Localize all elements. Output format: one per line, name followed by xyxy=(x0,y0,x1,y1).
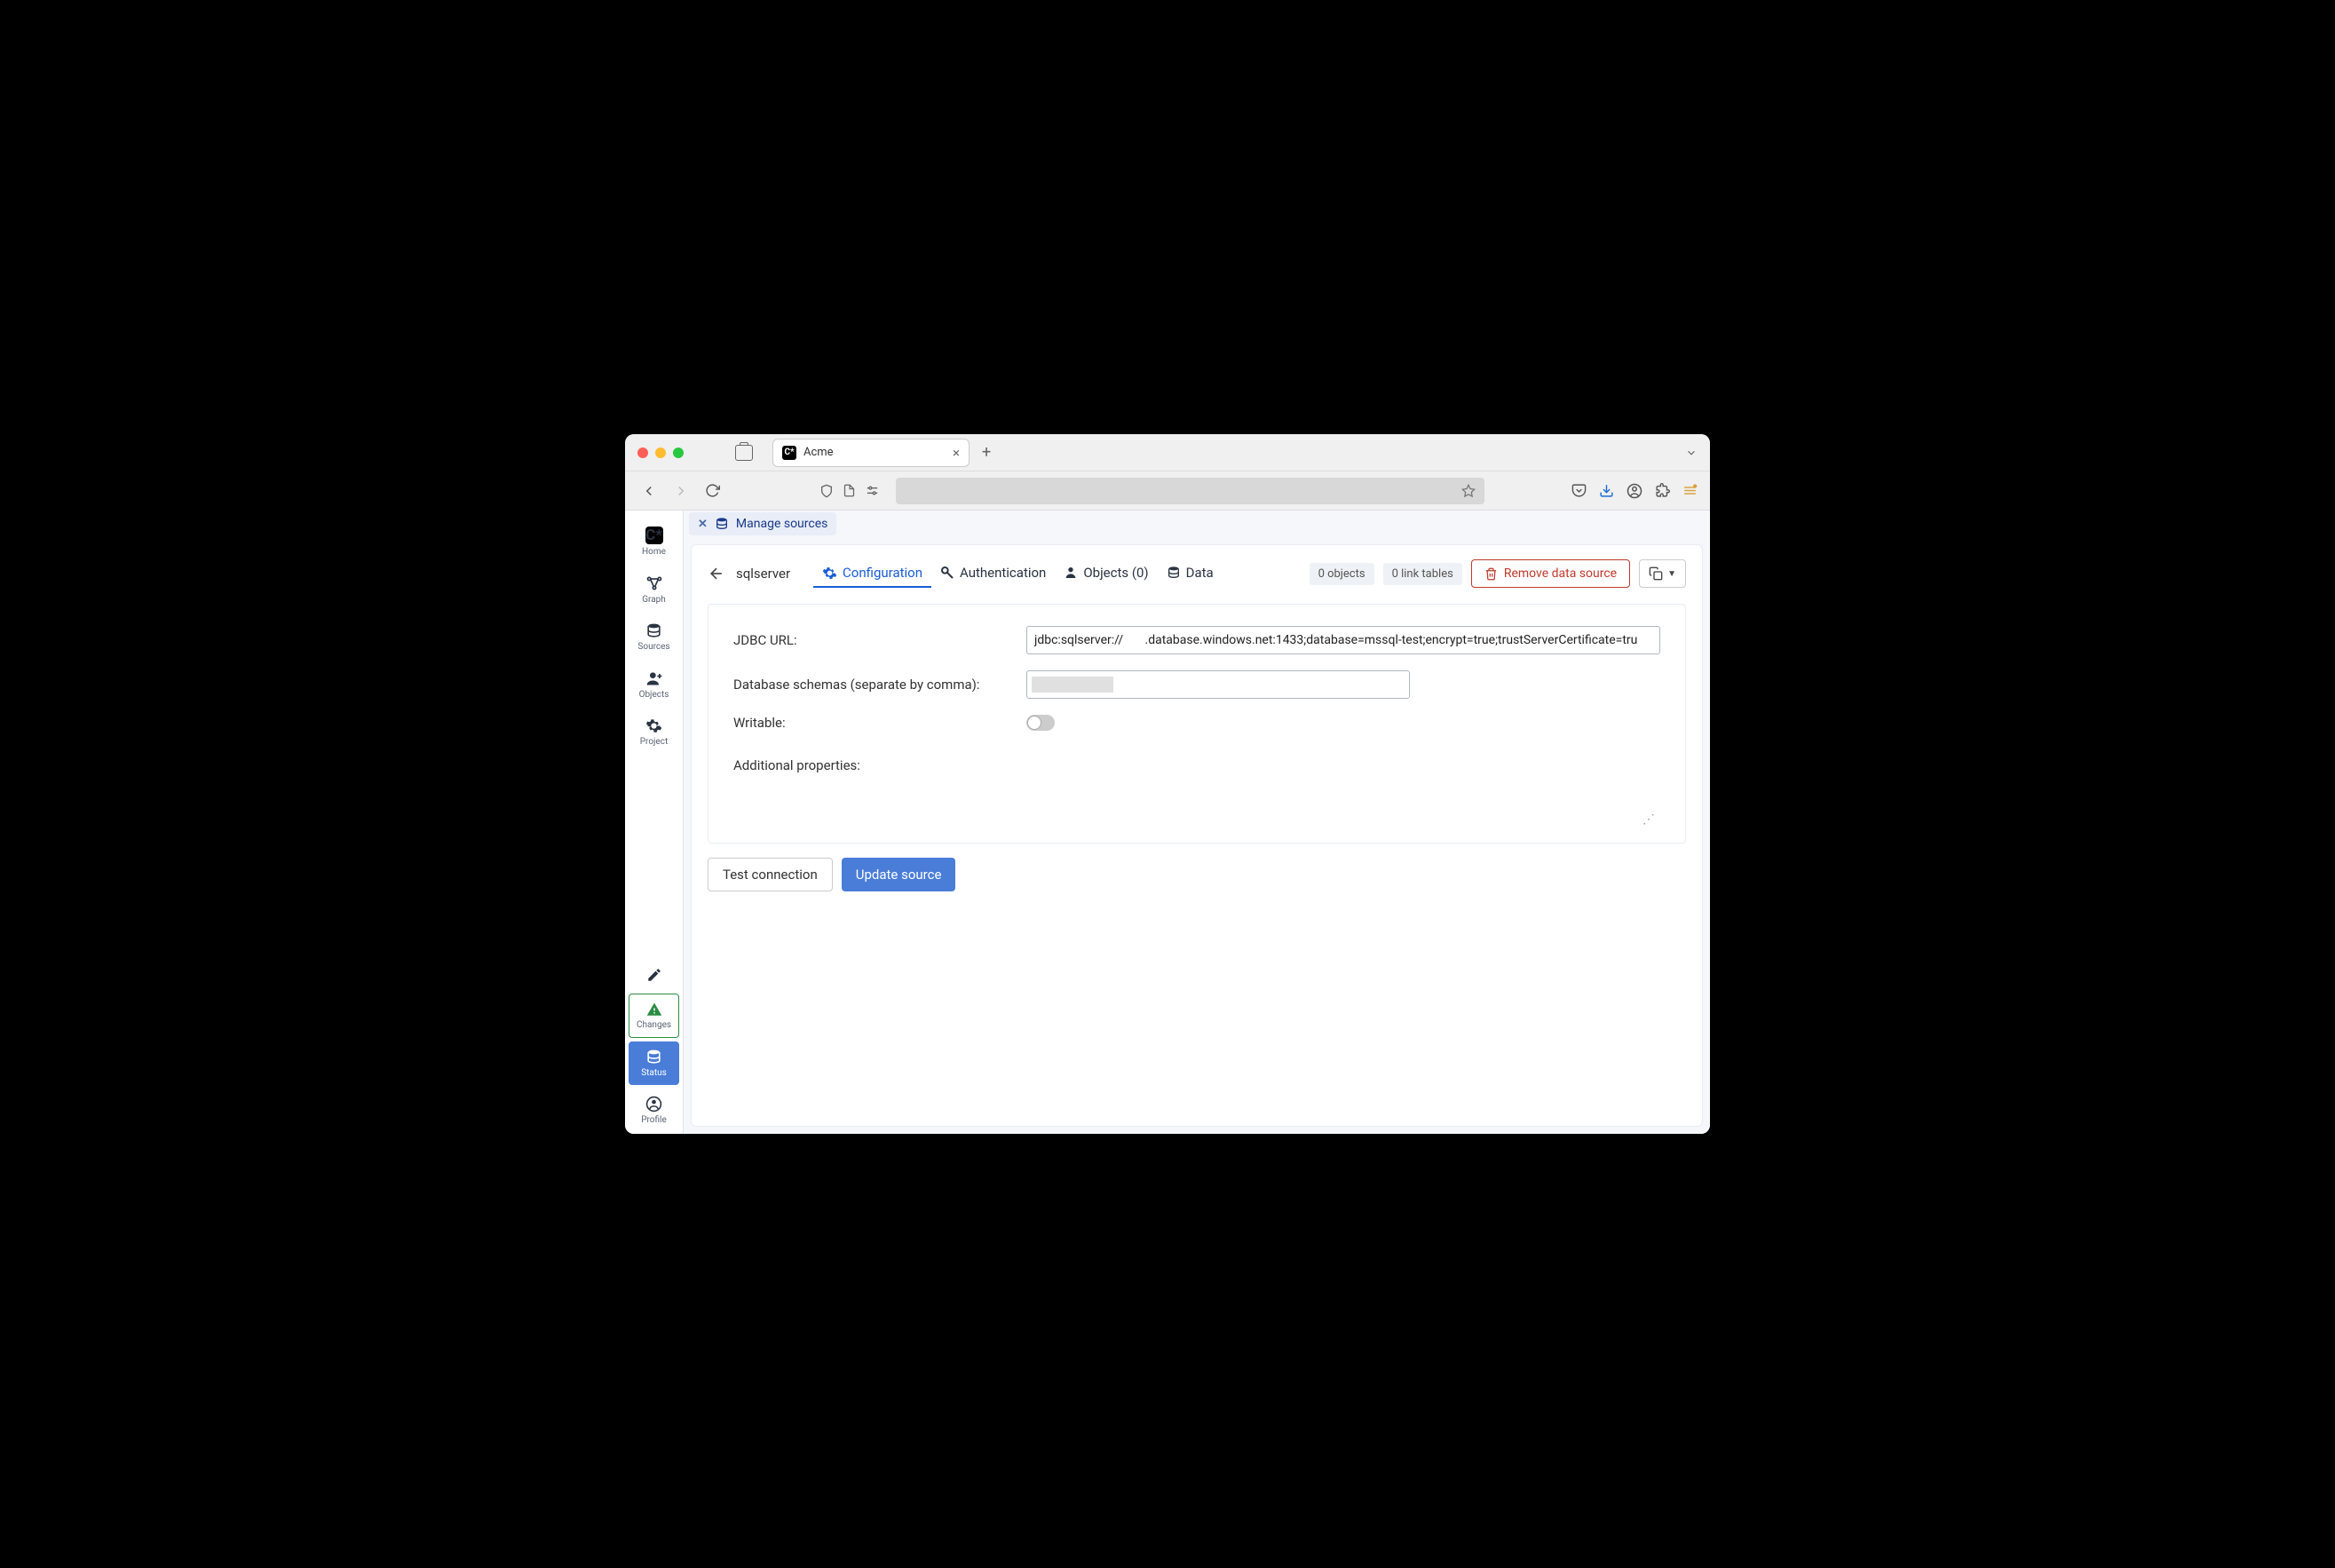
sidebar-project[interactable]: Project xyxy=(629,710,679,754)
chevron-down-icon: ▼ xyxy=(1667,569,1676,579)
additional-props-label: Additional properties: xyxy=(733,757,1026,811)
app-logo-icon: C* xyxy=(645,527,663,544)
tab-objects[interactable]: Objects (0) xyxy=(1055,559,1157,588)
database-icon xyxy=(645,1049,662,1065)
content-tab-manage-sources[interactable]: ✕ Manage sources xyxy=(689,512,836,535)
window-close[interactable] xyxy=(637,447,648,458)
gear-icon xyxy=(822,566,837,581)
account-icon[interactable] xyxy=(1627,483,1642,499)
content-tab-label: Manage sources xyxy=(736,517,827,531)
sidebar-project-label: Project xyxy=(640,737,669,747)
sidebar-edit[interactable] xyxy=(629,960,679,990)
content-area: ✕ Manage sources sqlserver Configuration xyxy=(684,511,1710,1134)
sidebar-sources-label: Sources xyxy=(637,642,669,652)
sidebar-home[interactable]: C* Home xyxy=(629,519,679,564)
link-tables-badge: 0 link tables xyxy=(1383,563,1462,585)
extensions-icon[interactable] xyxy=(1655,483,1670,498)
copy-dropdown-button[interactable]: ▼ xyxy=(1639,559,1686,588)
downloads-icon[interactable] xyxy=(1599,483,1614,498)
person-plus-icon xyxy=(645,669,663,687)
key-icon xyxy=(940,566,954,580)
browser-window: C* Acme × + xyxy=(625,434,1710,1134)
database-icon xyxy=(1167,566,1181,580)
permissions-icon[interactable] xyxy=(865,483,880,498)
resize-handle-icon[interactable]: ⋰ xyxy=(733,812,1660,827)
writable-toggle[interactable] xyxy=(1026,715,1055,731)
tab-configuration[interactable]: Configuration xyxy=(813,559,931,588)
person-icon xyxy=(1064,566,1078,580)
objects-count-badge: 0 objects xyxy=(1310,563,1374,585)
sidebar-changes-label: Changes xyxy=(637,1020,671,1030)
page-info-icon[interactable] xyxy=(843,484,856,497)
writable-label: Writable: xyxy=(733,715,1026,731)
copy-icon xyxy=(1649,566,1663,581)
tabs-dropdown-icon[interactable] xyxy=(1685,447,1698,459)
traffic-lights xyxy=(637,447,684,458)
tab-data[interactable]: Data xyxy=(1158,559,1223,588)
main-panel: sqlserver Configuration Authentication xyxy=(691,544,1703,1127)
window-maximize[interactable] xyxy=(673,447,684,458)
remove-data-source-button[interactable]: Remove data source xyxy=(1471,559,1630,588)
titlebar: C* Acme × + xyxy=(625,434,1710,471)
panel-tabs: Configuration Authentication Objects (0) xyxy=(813,559,1223,588)
database-icon xyxy=(715,517,729,531)
window-minimize[interactable] xyxy=(655,447,666,458)
redacted-placeholder xyxy=(1032,677,1113,693)
sidebar-status-label: Status xyxy=(641,1068,667,1078)
gear-icon xyxy=(645,717,662,734)
test-connection-button[interactable]: Test connection xyxy=(708,858,833,891)
source-name: sqlserver xyxy=(736,566,790,582)
update-source-button[interactable]: Update source xyxy=(842,858,956,891)
tab-configuration-label: Configuration xyxy=(843,565,922,581)
browser-toolbar xyxy=(625,471,1710,511)
database-icon xyxy=(645,622,662,639)
sidebar-sources[interactable]: Sources xyxy=(629,615,679,659)
tab-site-icon: C* xyxy=(782,446,796,460)
sidebar-home-label: Home xyxy=(642,547,666,557)
tab-objects-label: Objects (0) xyxy=(1083,565,1148,581)
tab-authentication[interactable]: Authentication xyxy=(931,559,1055,588)
jdbc-url-label: JDBC URL: xyxy=(733,632,1026,648)
warning-icon xyxy=(646,1002,662,1018)
shield-icon[interactable] xyxy=(819,484,834,498)
sidebar-profile[interactable]: Profile xyxy=(629,1089,679,1132)
content-tabstrip: ✕ Manage sources xyxy=(684,511,1710,537)
menu-icon[interactable] xyxy=(1682,483,1698,498)
sidebar-changes[interactable]: Changes xyxy=(629,994,679,1038)
sidebar-objects-label: Objects xyxy=(639,690,669,700)
back-arrow-icon[interactable] xyxy=(708,565,725,582)
schemas-label: Database schemas (separate by comma): xyxy=(733,677,1026,693)
sidebar-status[interactable]: Status xyxy=(629,1041,679,1085)
pocket-icon[interactable] xyxy=(1571,483,1587,498)
tab-data-label: Data xyxy=(1186,565,1214,581)
browser-tab[interactable]: C* Acme × xyxy=(772,439,970,467)
content-tab-close-icon[interactable]: ✕ xyxy=(698,518,708,531)
tab-authentication-label: Authentication xyxy=(960,565,1046,581)
tab-title: Acme xyxy=(803,446,946,459)
tab-close-icon[interactable]: × xyxy=(953,445,960,461)
sidebar-graph-label: Graph xyxy=(642,595,666,605)
pencil-icon xyxy=(646,967,662,983)
sidebar-objects[interactable]: Objects xyxy=(629,662,679,707)
forward-button[interactable] xyxy=(669,479,693,503)
jdbc-url-input[interactable] xyxy=(1026,626,1660,654)
sidebar-graph[interactable]: Graph xyxy=(629,567,679,612)
tab-overview-icon[interactable] xyxy=(735,445,753,461)
sidebar-profile-label: Profile xyxy=(641,1115,667,1125)
reload-button[interactable] xyxy=(701,479,724,502)
trash-icon xyxy=(1484,567,1498,581)
new-tab-button[interactable]: + xyxy=(982,443,991,462)
graph-icon xyxy=(645,574,663,592)
back-button[interactable] xyxy=(637,479,661,503)
sidebar: C* Home Graph Sources Objects Project xyxy=(625,511,684,1134)
address-bar[interactable] xyxy=(896,478,1484,504)
profile-icon xyxy=(645,1096,662,1113)
remove-button-label: Remove data source xyxy=(1504,566,1617,581)
bookmark-star-icon[interactable] xyxy=(1461,484,1476,498)
panel-header: sqlserver Configuration Authentication xyxy=(708,559,1686,588)
config-form: JDBC URL: Database schemas (separate by … xyxy=(708,604,1686,843)
additional-props-textarea[interactable] xyxy=(1026,757,1660,811)
